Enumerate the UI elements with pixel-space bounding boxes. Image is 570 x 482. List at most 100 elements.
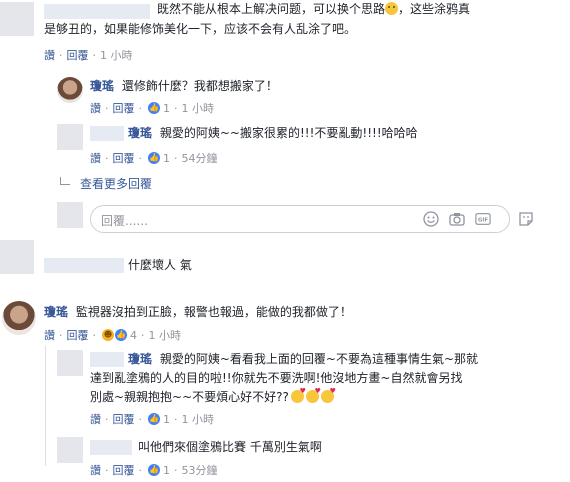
reply-button[interactable]: 回覆 [67, 47, 89, 63]
commenter-name[interactable]: 瓊瑤 [128, 126, 152, 140]
avatar [57, 202, 83, 228]
separator: · [59, 48, 63, 62]
reply-text: 瓊瑤 還修飾什麼？我都想搬家了！ [90, 77, 560, 96]
svg-text:GIF: GIF [478, 218, 488, 224]
like-button[interactable]: 讚 [44, 47, 55, 63]
separator: · [105, 151, 109, 165]
commenter-name[interactable]: 瓊瑤 [128, 352, 152, 366]
reply-text: 瓊瑤 親愛的阿姨~看看我上面的回覆~不要為這種事情生氣~那就 [128, 350, 568, 369]
like-button[interactable]: 讚 [90, 100, 101, 116]
avatar[interactable] [57, 350, 83, 376]
smile-emoji-icon [385, 2, 399, 15]
like-reaction-icon: 👍 [148, 152, 160, 164]
reply-placeholder: 回覆...... [101, 214, 148, 228]
like-button[interactable]: 讚 [44, 327, 55, 343]
comment-text-part: 親愛的阿姨~~搬家很累的!!!不要亂動!!!!哈哈哈 [159, 126, 418, 140]
commenter-name[interactable]: 瓊瑤 [44, 305, 68, 319]
like-reaction-icon: 👍 [115, 329, 127, 341]
separator: · [174, 412, 178, 426]
comment-text-part: 既然不能从根本上解决问题，可以换个思路 [157, 2, 386, 16]
comment-text-part: 還修飾什麼？我都想搬家了！ [121, 79, 278, 93]
separator: · [92, 328, 97, 342]
camera-icon[interactable] [449, 211, 465, 227]
comment-text-part: 別處~親親抱抱~~不要煩心好不好?? [90, 390, 289, 404]
reply-button[interactable]: 回覆 [113, 462, 135, 478]
separator: · [105, 101, 109, 115]
separator: · [174, 463, 178, 477]
like-reaction-icon: 👍 [148, 102, 160, 114]
thread-line [45, 346, 46, 466]
like-reaction-icon: 👍 [148, 464, 160, 476]
reply-text-line: 別處~親親抱抱~~不要煩心好不好?? ♥ ♥ ♥ [90, 388, 565, 407]
gif-icon[interactable]: GIF [475, 211, 491, 227]
timestamp[interactable]: 1 小時 [182, 411, 215, 427]
timestamp[interactable]: 54分鐘 [182, 150, 218, 166]
comment-text: 什麼壞人 氣 [128, 258, 192, 272]
commenter-name-redacted[interactable] [44, 258, 124, 273]
sticker-icon[interactable] [518, 211, 534, 227]
reply-button[interactable]: 回覆 [113, 411, 135, 427]
comment-text-part: 監視器沒拍到正臉，報警也報過，能做的我都做了！ [75, 305, 352, 319]
reaction-count: 1 [163, 101, 170, 115]
reply-input[interactable]: 回覆...... GIF [90, 205, 510, 233]
commenter-name-redacted[interactable] [44, 4, 150, 19]
reaction-count: 4 [130, 328, 137, 342]
commenter-name-redacted[interactable] [90, 126, 124, 141]
kiss-emoji-icon: ♥ [320, 388, 336, 403]
comment-text: 既然不能从根本上解决问题，可以换个思路 ，这些涂鸦真 [157, 0, 567, 19]
comment-actions: 讚 · 回覆 · 👍 1 · 1 小時 [90, 100, 214, 116]
reply-text: 瓊瑤 親愛的阿姨~~搬家很累的!!!不要亂動!!!!哈哈哈 [128, 124, 568, 143]
reply-arrow-icon [60, 177, 70, 185]
comment-actions: 讚 · 回覆 · 1 小時 [44, 47, 133, 63]
separator: · [105, 463, 109, 477]
reaction-summary[interactable]: ☻ 👍 4 [102, 329, 137, 342]
separator: · [59, 328, 63, 342]
separator: · [105, 412, 109, 426]
reaction-summary[interactable]: 👍 1 [148, 102, 170, 115]
separator: · [92, 48, 97, 62]
comment-text: 瓊瑤 監視器沒拍到正臉，報警也報過，能做的我都做了！ [44, 303, 564, 322]
like-button[interactable]: 讚 [90, 411, 101, 427]
commenter-name[interactable]: 瓊瑤 [90, 79, 114, 93]
like-button[interactable]: 讚 [90, 150, 101, 166]
separator: · [138, 101, 143, 115]
view-more-replies-link[interactable]: 查看更多回覆 [80, 175, 152, 192]
avatar[interactable] [57, 437, 83, 463]
like-button[interactable]: 讚 [90, 462, 101, 478]
reaction-summary[interactable]: 👍 1 [148, 413, 170, 426]
separator: · [138, 151, 143, 165]
reply-text: 叫他們來個塗鴉比賽 千萬別生氣啊 [138, 440, 322, 454]
haha-reaction-icon: ☻ [102, 329, 114, 341]
avatar[interactable] [2, 301, 36, 335]
reply-button[interactable]: 回覆 [113, 150, 135, 166]
reply-text-line: 達到亂塗鴉的人的目的啦!!你就先不要洗啊!他沒地方畫~自然就會另找 [90, 371, 463, 385]
separator: · [174, 101, 178, 115]
reaction-count: 1 [163, 151, 170, 165]
avatar[interactable] [0, 2, 34, 36]
timestamp[interactable]: 1 小時 [149, 327, 182, 343]
reply-button[interactable]: 回覆 [113, 100, 135, 116]
timestamp[interactable]: 1 小時 [182, 100, 215, 116]
commenter-name-redacted[interactable] [90, 440, 132, 455]
separator: · [138, 412, 143, 426]
like-reaction-icon: 👍 [148, 413, 160, 425]
comment-text-part: ，这些涂鸦真 [398, 2, 471, 16]
avatar[interactable] [0, 240, 34, 274]
reaction-summary[interactable]: 👍 1 [148, 464, 170, 477]
reply-button[interactable]: 回覆 [67, 327, 89, 343]
comment-text-line: 是够丑的，如果能修饰美化一下，应该不会有人乱涂了吧。 [44, 22, 357, 36]
reaction-count: 1 [163, 412, 170, 426]
timestamp[interactable]: 1 小時 [100, 47, 133, 63]
avatar[interactable] [57, 77, 83, 103]
comment-actions: 讚 · 回覆 · 👍 1 · 53分鐘 [90, 462, 218, 478]
comment-actions: 讚 · 回覆 · 👍 1 · 54分鐘 [90, 150, 218, 166]
comment-actions: 讚 · 回覆 · 👍 1 · 1 小時 [90, 411, 214, 427]
commenter-name-redacted[interactable] [90, 352, 124, 367]
timestamp[interactable]: 53分鐘 [182, 462, 218, 478]
avatar[interactable] [57, 124, 83, 150]
reaction-count: 1 [163, 463, 170, 477]
separator: · [141, 328, 145, 342]
smile-icon[interactable] [423, 211, 439, 227]
reaction-summary[interactable]: 👍 1 [148, 152, 170, 165]
kiss-emoji-icon: ♥ [290, 388, 306, 403]
